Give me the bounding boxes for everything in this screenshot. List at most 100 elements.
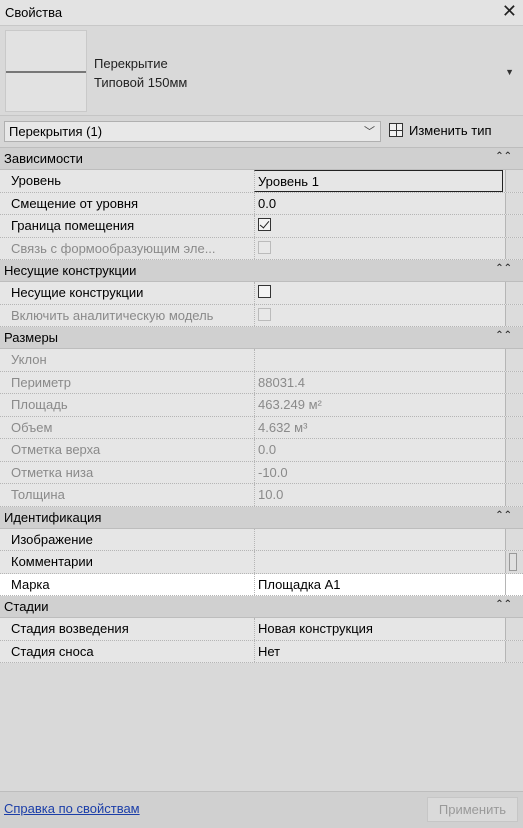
checkbox: [258, 240, 271, 254]
property-value[interactable]: [254, 528, 503, 550]
property-row[interactable]: Включить аналитическую модель: [0, 304, 523, 327]
property-value-text: 10.0: [258, 487, 284, 502]
property-value[interactable]: Новая конструкция: [254, 618, 503, 640]
property-name: Комментарии: [11, 554, 93, 569]
collapse-icon[interactable]: ⌃⌃: [495, 263, 512, 274]
title-bar: Свойства ✕: [0, 0, 523, 26]
property-row[interactable]: Смещение от уровня 0.0: [0, 192, 523, 215]
section-title: Зависимости: [4, 151, 83, 166]
property-row[interactable]: Комментарии: [0, 551, 523, 574]
property-value[interactable]: [254, 551, 503, 573]
property-row[interactable]: Уклон: [0, 349, 523, 372]
property-value: [254, 349, 503, 371]
property-value: 4.632 м³: [254, 416, 503, 438]
property-value: 0.0: [254, 439, 503, 461]
row-side-strip: [505, 551, 523, 573]
section-title: Стадии: [4, 599, 49, 614]
section-header[interactable]: Зависимости ⌃⌃: [0, 148, 523, 170]
edit-type-button[interactable]: Изменить тип: [388, 121, 519, 142]
apply-button[interactable]: Применить: [427, 797, 518, 822]
property-value-text: 0.0: [258, 195, 277, 211]
property-name: Смещение от уровня: [11, 195, 139, 211]
properties-help-link[interactable]: Справка по свойствам: [4, 801, 140, 816]
property-value: 10.0: [254, 484, 503, 506]
property-value-text: -10.0: [258, 464, 288, 480]
instance-filter-dropdown[interactable]: Перекрытия (1) ﹀: [4, 121, 381, 142]
property-value-text: Нет: [258, 643, 281, 659]
property-checkbox-cell[interactable]: [254, 282, 503, 304]
row-side-strip: [505, 282, 523, 304]
section-header[interactable]: Несущие конструкции ⌃⌃: [0, 260, 523, 282]
section-header[interactable]: Размеры ⌃⌃: [0, 327, 523, 349]
property-row[interactable]: Марка Площадка А1: [0, 573, 523, 596]
dropdown-arrow-icon[interactable]: ▼: [505, 67, 514, 77]
property-value-text: 88031.4: [258, 374, 305, 390]
checkbox[interactable]: [258, 285, 271, 298]
property-name: Площадь: [11, 397, 68, 412]
row-side-strip: [505, 528, 523, 550]
property-row[interactable]: Стадия возведения Новая конструкция: [0, 618, 523, 641]
collapse-icon[interactable]: ⌃⌃: [495, 599, 512, 610]
row-side-strip: [505, 618, 523, 640]
property-row[interactable]: Периметр 88031.4: [0, 371, 523, 394]
edit-type-icon: [389, 123, 403, 137]
property-row[interactable]: Стадия сноса Нет: [0, 640, 523, 663]
property-row[interactable]: Отметка низа -10.0: [0, 461, 523, 484]
property-value-text: Площадка А1: [258, 576, 341, 592]
property-value-text: 0.0: [258, 442, 277, 457]
property-row[interactable]: Граница помещения: [0, 215, 523, 238]
scrollbar-thumb[interactable]: [509, 553, 517, 571]
section-header[interactable]: Стадии ⌃⌃: [0, 596, 523, 618]
type-category: Перекрытие: [94, 56, 168, 71]
type-selector[interactable]: Перекрытие Типовой 150мм ▼: [0, 26, 523, 116]
row-side-strip: [505, 371, 523, 393]
property-name: Граница помещения: [11, 218, 135, 233]
property-name: Объем: [11, 419, 53, 435]
property-value[interactable]: Уровень 1: [254, 170, 503, 192]
section-header[interactable]: Идентификация ⌃⌃: [0, 506, 523, 529]
property-name: Уровень: [11, 173, 62, 188]
collapse-icon[interactable]: ⌃⌃: [495, 330, 512, 341]
row-side-strip: [505, 192, 523, 214]
property-name: Стадия возведения: [11, 621, 129, 636]
property-row[interactable]: Изображение: [0, 528, 523, 551]
row-side-strip: [505, 439, 523, 461]
property-row[interactable]: Связь с формообразующим эле...: [0, 237, 523, 260]
checkbox[interactable]: [258, 218, 271, 231]
chevron-down-icon: ﹀: [364, 126, 375, 138]
property-row[interactable]: Отметка верха 0.0: [0, 439, 523, 462]
type-name: Типовой 150мм: [94, 75, 188, 90]
property-row[interactable]: Площадь 463.249 м²: [0, 394, 523, 417]
collapse-icon[interactable]: ⌃⌃: [495, 510, 512, 521]
close-icon[interactable]: ✕: [502, 1, 517, 22]
row-side-strip: [505, 394, 523, 416]
section-title: Идентификация: [4, 509, 102, 525]
property-name: Включить аналитическую модель: [11, 307, 214, 323]
instance-filter-label: Перекрытия (1): [9, 124, 103, 139]
property-name: Уклон: [11, 352, 47, 367]
row-side-strip: [505, 461, 523, 483]
property-value[interactable]: Нет: [254, 640, 503, 662]
checkbox: [258, 307, 271, 321]
property-name: Стадия сноса: [11, 643, 94, 659]
property-value[interactable]: 0.0: [254, 192, 503, 214]
property-value-text: Уровень 1: [258, 174, 319, 189]
property-checkbox-cell: [254, 304, 503, 326]
property-row[interactable]: Уровень Уровень 1: [0, 170, 523, 193]
property-row[interactable]: Объем 4.632 м³: [0, 416, 523, 439]
row-side-strip: [505, 349, 523, 371]
property-checkbox-cell[interactable]: [254, 215, 503, 237]
property-name: Изображение: [11, 531, 93, 547]
property-name: Периметр: [11, 374, 71, 390]
property-value[interactable]: Площадка А1: [254, 573, 503, 595]
property-row[interactable]: Толщина 10.0: [0, 484, 523, 507]
row-side-strip: [505, 215, 523, 237]
property-name: Отметка верха: [11, 442, 101, 457]
property-name: Связь с формообразующим эле...: [11, 240, 216, 256]
property-value-text: Новая конструкция: [258, 621, 373, 636]
row-side-strip: [505, 304, 523, 326]
type-preview-image: [5, 30, 87, 112]
edit-type-label: Изменить тип: [409, 123, 492, 138]
collapse-icon[interactable]: ⌃⌃: [495, 151, 512, 162]
property-row[interactable]: Несущие конструкции: [0, 282, 523, 305]
